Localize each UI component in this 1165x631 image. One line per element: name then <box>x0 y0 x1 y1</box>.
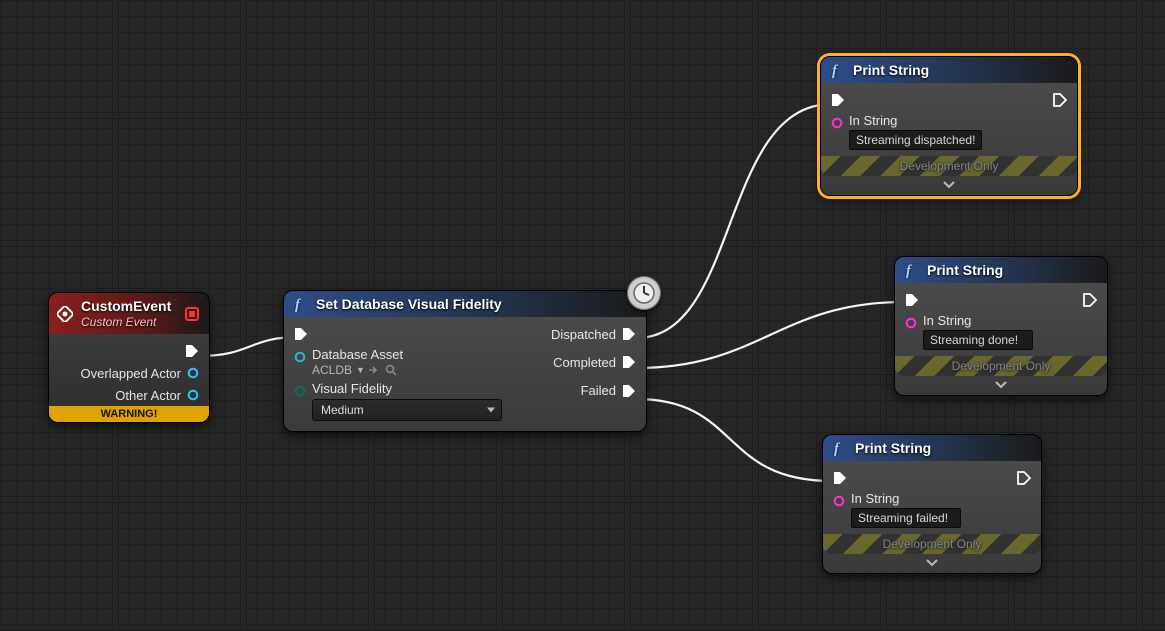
custom-event-icon <box>57 306 73 322</box>
browse-icon[interactable] <box>385 364 397 376</box>
use-selected-icon[interactable] <box>369 365 381 375</box>
function-icon: f <box>903 262 919 278</box>
data-pin-actor[interactable] <box>187 389 199 401</box>
data-pin-string[interactable] <box>833 495 845 507</box>
node-body: Dispatched Database Asset ACLDB ▼ <box>284 317 646 431</box>
svg-text:f: f <box>906 263 913 278</box>
node-print-string-2[interactable]: f Print String In String Streaming done!… <box>894 256 1108 396</box>
fidelity-dropdown[interactable]: Medium <box>312 399 502 421</box>
function-icon: f <box>829 62 845 78</box>
node-title: Print String <box>855 440 931 456</box>
svg-text:f: f <box>832 63 839 78</box>
instring-input[interactable]: Streaming done! <box>923 330 1033 350</box>
node-body: In String Streaming failed! Development … <box>823 461 1041 573</box>
exec-in-pin[interactable] <box>294 327 308 341</box>
exec-in-pin[interactable] <box>831 93 845 107</box>
node-custom-event[interactable]: CustomEvent Custom Event Overlapped Acto… <box>48 292 210 423</box>
node-title: CustomEvent <box>81 298 177 314</box>
exec-out-pin[interactable] <box>1017 471 1031 485</box>
pin-label-instring: In String <box>923 313 1033 328</box>
data-pin-enum[interactable] <box>294 385 306 397</box>
node-set-fidelity[interactable]: f Set Database Visual Fidelity Dispatche… <box>283 290 647 432</box>
node-body: In String Streaming dispatched! Developm… <box>821 83 1077 195</box>
instring-input[interactable]: Streaming failed! <box>851 508 961 528</box>
exec-out-failed[interactable] <box>622 384 636 398</box>
expand-chevron-icon[interactable] <box>943 181 955 189</box>
node-header[interactable]: f Set Database Visual Fidelity <box>284 291 646 317</box>
delegate-pin[interactable] <box>185 307 199 321</box>
instring-input[interactable]: Streaming dispatched! <box>849 130 982 150</box>
node-print-string-3[interactable]: f Print String In String Streaming faile… <box>822 434 1042 574</box>
pin-label-dispatched: Dispatched <box>551 327 616 342</box>
pin-label-db-asset: Database Asset <box>312 347 403 362</box>
node-header[interactable]: f Print String <box>821 57 1077 83</box>
clock-icon <box>632 281 656 305</box>
dropdown-caret-icon[interactable]: ▼ <box>356 365 365 375</box>
exec-in-pin[interactable] <box>833 471 847 485</box>
expand-chevron-icon[interactable] <box>995 381 1007 389</box>
pin-label-failed: Failed <box>581 383 616 398</box>
data-pin-string[interactable] <box>831 117 843 129</box>
expand-chevron-icon[interactable] <box>926 559 938 567</box>
dropdown-value: Medium <box>321 403 364 417</box>
dev-only-strip: Development Only <box>823 534 1041 554</box>
node-title: Print String <box>853 62 929 78</box>
data-pin-actor[interactable] <box>187 367 199 379</box>
pin-label-completed: Completed <box>553 355 616 370</box>
pin-label-instring: In String <box>851 491 961 506</box>
exec-out-pin[interactable] <box>1083 293 1097 307</box>
node-print-string-1[interactable]: f Print String In String Streaming dispa… <box>820 56 1078 196</box>
node-header[interactable]: f Print String <box>823 435 1041 461</box>
exec-out-completed[interactable] <box>622 355 636 369</box>
pin-label-instring: In String <box>849 113 982 128</box>
asset-value: ACLDB <box>312 363 352 377</box>
warning-strip: WARNING! <box>49 406 209 422</box>
node-body: Overlapped Actor Other Actor WARNING! <box>49 334 209 422</box>
node-header[interactable]: f Print String <box>895 257 1107 283</box>
node-subtitle: Custom Event <box>81 315 177 329</box>
node-title: Set Database Visual Fidelity <box>316 296 502 312</box>
svg-text:f: f <box>834 441 841 456</box>
node-title: Print String <box>927 262 1003 278</box>
dev-only-strip: Development Only <box>821 156 1077 176</box>
dev-only-strip: Development Only <box>895 356 1107 376</box>
function-icon: f <box>831 440 847 456</box>
pin-label-fidelity: Visual Fidelity <box>312 381 502 396</box>
node-body: In String Streaming done! Development On… <box>895 283 1107 395</box>
exec-out-dispatched[interactable] <box>622 327 636 341</box>
svg-text:f: f <box>295 297 302 312</box>
pin-label-other: Other Actor <box>115 388 181 403</box>
data-pin-object[interactable] <box>294 351 306 363</box>
exec-in-pin[interactable] <box>905 293 919 307</box>
latent-badge <box>627 276 661 310</box>
exec-out-pin[interactable] <box>1053 93 1067 107</box>
pin-label-overlapped: Overlapped Actor <box>81 366 181 381</box>
node-header[interactable]: CustomEvent Custom Event <box>49 293 209 334</box>
exec-out-pin[interactable] <box>185 344 199 358</box>
function-icon: f <box>292 296 308 312</box>
data-pin-string[interactable] <box>905 317 917 329</box>
